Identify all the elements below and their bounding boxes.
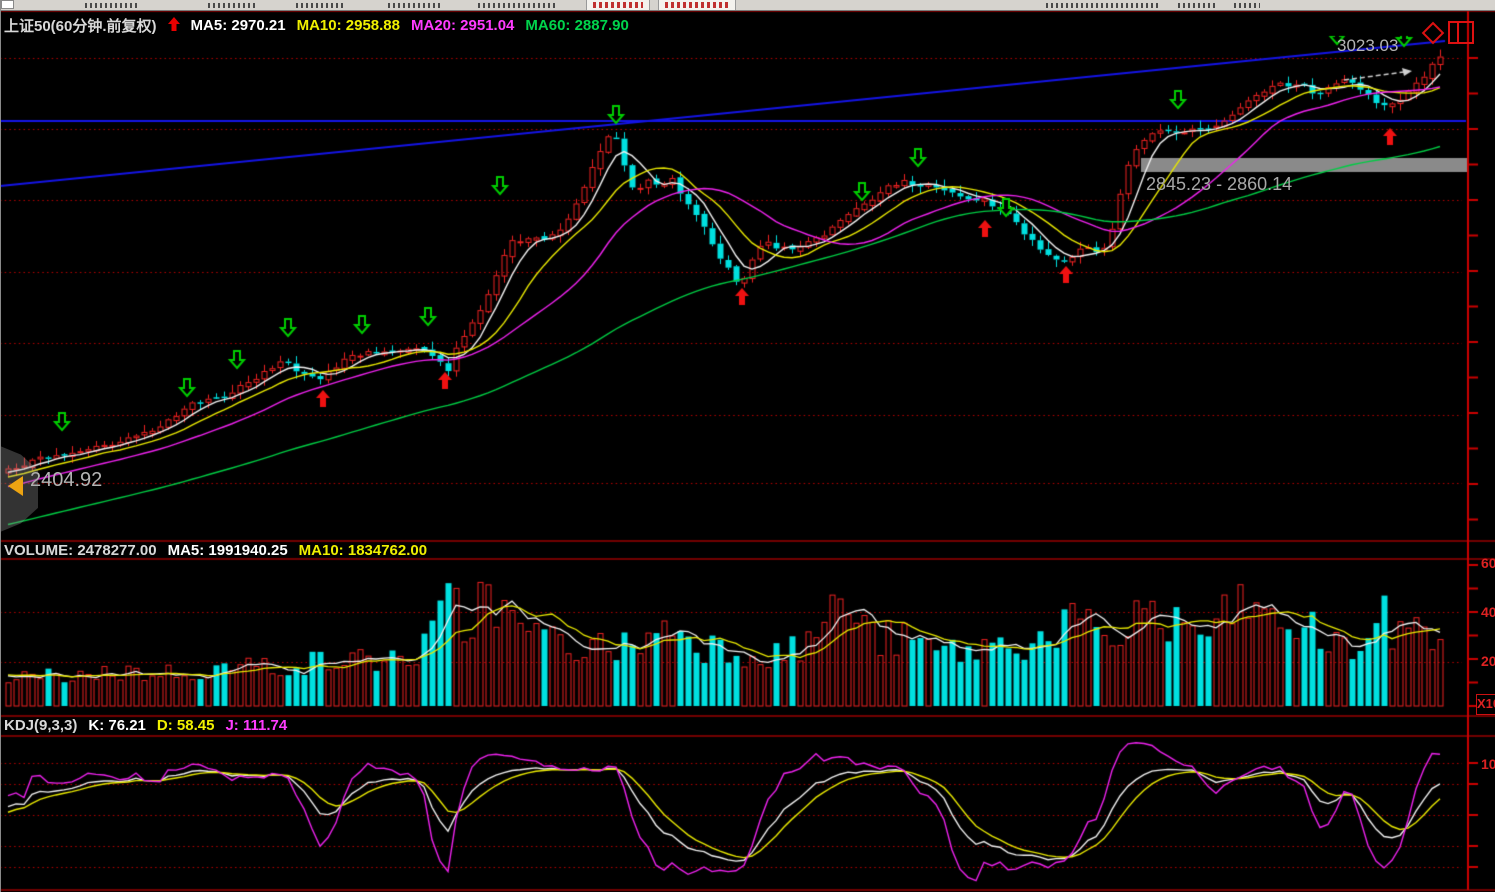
left-nav-arrow-icon[interactable] xyxy=(8,476,23,496)
toolbar-menu-fragment[interactable] xyxy=(478,3,556,8)
ma20-value: MA20: 2951.04 xyxy=(411,17,514,34)
volume-axis-400: 400 xyxy=(1481,604,1495,620)
low-price-label: 2404.92 xyxy=(30,469,102,492)
volume-axis-600: 600 xyxy=(1481,555,1495,571)
kdj-name: KDJ(9,3,3) xyxy=(4,717,77,734)
volume-multiplier-badge: X10 xyxy=(1476,694,1495,715)
toolbar-corner-icon[interactable] xyxy=(1,0,14,9)
chart-canvas[interactable] xyxy=(0,0,1495,892)
kdj-axis-100: 100 xyxy=(1481,756,1495,772)
resistance-band-label: 2845.23 - 2860.14 xyxy=(1146,174,1292,195)
high-price-label: 3023.03 xyxy=(1337,36,1398,56)
kdj-header: KDJ(9,3,3) K: 76.21 D: 58.45 J: 111.74 xyxy=(4,717,287,734)
instrument-title: 上证50(60分钟.前复权) xyxy=(4,15,157,36)
volume-value: VOLUME: 2478277.00 xyxy=(4,542,157,559)
toolbar[interactable] xyxy=(0,0,1495,11)
toolbar-text-fragment xyxy=(1046,3,1161,8)
volume-ma10-value: MA10: 1834762.00 xyxy=(299,542,427,559)
window-panes-icon[interactable] xyxy=(1448,21,1474,44)
main-chart-header: 上证50(60分钟.前复权) MA5: 2970.21 MA10: 2958.8… xyxy=(4,15,629,36)
toolbar-menu-fragment[interactable] xyxy=(208,3,256,8)
up-arrow-icon xyxy=(168,17,180,35)
volume-ma5-value: MA5: 1991940.25 xyxy=(168,542,288,559)
toolbar-text-fragment xyxy=(1178,3,1218,8)
ma5-value: MA5: 2970.21 xyxy=(191,17,286,34)
window-left-edge xyxy=(0,0,1,892)
kdj-k-value: K: 76.21 xyxy=(88,717,146,734)
ma60-value: MA60: 2887.90 xyxy=(525,17,628,34)
kdj-j-value: J: 111.74 xyxy=(225,717,287,734)
toolbar-menu-fragment[interactable] xyxy=(85,3,140,8)
toolbar-menu-fragment[interactable] xyxy=(296,3,346,8)
kdj-d-value: D: 58.45 xyxy=(157,717,215,734)
toolbar-button[interactable] xyxy=(586,0,650,10)
volume-header: VOLUME: 2478277.00 MA5: 1991940.25 MA10:… xyxy=(4,542,427,559)
volume-axis-200: 200 xyxy=(1481,653,1495,669)
ma10-value: MA10: 2958.88 xyxy=(297,17,400,34)
toolbar-text-fragment xyxy=(1234,3,1260,8)
toolbar-button[interactable] xyxy=(658,0,736,10)
toolbar-menu-fragment[interactable] xyxy=(388,3,443,8)
